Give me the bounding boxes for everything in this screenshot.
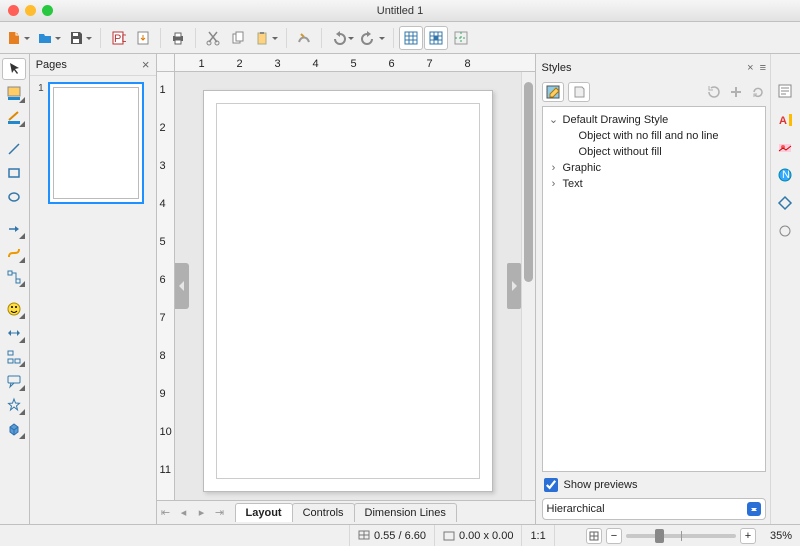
tool-3d[interactable]	[2, 418, 26, 440]
show-previews-label: Show previews	[564, 479, 638, 491]
ruler-corner	[157, 54, 175, 71]
refresh-button[interactable]	[750, 84, 766, 100]
tab-nav-first[interactable]: ⇤	[157, 506, 175, 519]
paste-button[interactable]	[251, 26, 281, 50]
window-title: Untitled 1	[0, 5, 800, 17]
panel-collapse-left[interactable]	[175, 263, 189, 309]
update-style-button[interactable]	[706, 84, 722, 100]
status-cursor-pos: 0.55 / 6.60	[350, 525, 435, 546]
toolbar: PDF	[0, 22, 800, 54]
zoom-value[interactable]: 35%	[760, 530, 792, 542]
scrollbar-vertical[interactable]	[521, 72, 535, 500]
style-node[interactable]: ›Graphic	[545, 160, 763, 176]
tool-flowchart[interactable]	[2, 346, 26, 368]
styles-filter-select[interactable]: Hierarchical	[542, 498, 766, 520]
helplines-button[interactable]	[449, 26, 473, 50]
pages-list: 1	[30, 76, 156, 524]
sidebar-effects[interactable]	[774, 220, 796, 242]
show-previews-checkbox[interactable]	[544, 478, 558, 492]
zoom-out[interactable]: −	[606, 528, 622, 544]
tool-smiley[interactable]	[2, 298, 26, 320]
undo-button[interactable]	[327, 26, 357, 50]
status-bar: 0.55 / 6.60 0.00 x 0.00 1:1 − + 35%	[0, 524, 800, 546]
sidebar-right: Styles × ≡ ⌄Default Drawing StyleObject …	[535, 54, 800, 524]
status-scale[interactable]: 1:1	[522, 525, 554, 546]
styles-filter-value: Hierarchical	[547, 503, 605, 515]
page[interactable]	[203, 90, 493, 492]
styles-tree[interactable]: ⌄Default Drawing StyleObject with no fil…	[542, 106, 766, 472]
close-styles-panel[interactable]: ×	[747, 62, 753, 74]
panel-collapse-right[interactable]	[507, 263, 521, 309]
layer-tab-controls[interactable]: Controls	[292, 503, 355, 522]
new-button[interactable]	[3, 26, 33, 50]
style-node[interactable]: Object without fill	[545, 144, 763, 160]
tool-line-color[interactable]	[2, 106, 26, 128]
tool-curve[interactable]	[2, 242, 26, 264]
tool-arrow[interactable]	[2, 218, 26, 240]
sidebar-properties[interactable]	[774, 80, 796, 102]
tool-select[interactable]	[2, 58, 26, 80]
clone-button[interactable]	[292, 26, 316, 50]
tab-nav-prev[interactable]: ◂	[175, 506, 193, 519]
layer-tabs: ⇤ ◂ ▸ ⇥ LayoutControlsDimension Lines	[157, 500, 535, 524]
status-selection-size: 0.00 x 0.00	[435, 525, 522, 546]
cut-button[interactable]	[201, 26, 225, 50]
export-pdf-button[interactable]: PDF	[106, 26, 130, 50]
tool-fill-color[interactable]	[2, 82, 26, 104]
tool-connector[interactable]	[2, 266, 26, 288]
canvas[interactable]	[175, 72, 521, 500]
styles-panel: Styles × ≡ ⌄Default Drawing StyleObject …	[536, 54, 770, 524]
svg-text:A: A	[779, 115, 787, 127]
open-button[interactable]	[34, 26, 64, 50]
sidebar-tabs: AN	[770, 54, 800, 524]
clear-style-button[interactable]	[568, 82, 590, 102]
tool-ellipse[interactable]	[2, 186, 26, 208]
zoom-fit[interactable]	[586, 528, 602, 544]
sidebar-navigator[interactable]	[774, 136, 796, 158]
page-thumb[interactable]: 1	[36, 82, 150, 204]
sidebar-gallery[interactable]: A	[774, 108, 796, 130]
tool-double-arrow[interactable]	[2, 322, 26, 344]
tool-star[interactable]	[2, 394, 26, 416]
ruler-horizontal: 12345678	[157, 54, 535, 72]
zoom-in[interactable]: +	[740, 528, 756, 544]
sidebar-styles-panel[interactable]: N	[774, 164, 796, 186]
ruler-vertical: 1234567891011	[157, 72, 175, 500]
redo-button[interactable]	[358, 26, 388, 50]
svg-text:N: N	[782, 169, 790, 181]
tab-nav-next[interactable]: ▸	[193, 506, 211, 519]
grid-button[interactable]	[399, 26, 423, 50]
sidebar-menu[interactable]: ≡	[760, 62, 766, 74]
titlebar: Untitled 1	[0, 0, 800, 22]
copy-button[interactable]	[226, 26, 250, 50]
sidebar-shapes[interactable]	[774, 192, 796, 214]
tools-column	[0, 54, 30, 524]
fill-style-button[interactable]	[542, 82, 564, 102]
svg-text:PDF: PDF	[114, 33, 126, 45]
tool-line[interactable]	[2, 138, 26, 160]
styles-title: Styles	[542, 62, 572, 74]
layer-tab-layout[interactable]: Layout	[235, 503, 293, 522]
style-node[interactable]: ›Text	[545, 176, 763, 192]
layer-tab-dimension-lines[interactable]: Dimension Lines	[354, 503, 457, 522]
tool-rect[interactable]	[2, 162, 26, 184]
pages-title: Pages	[36, 59, 67, 71]
style-action-buttons	[706, 84, 766, 100]
style-category-buttons	[542, 82, 590, 102]
close-pages-panel[interactable]: ×	[142, 58, 150, 71]
style-node[interactable]: ⌄Default Drawing Style	[545, 111, 763, 128]
canvas-area: 12345678 1234567891011 ⇤ ◂ ▸ ⇥ LayoutCon…	[157, 54, 535, 524]
pages-panel: Pages × 1	[30, 54, 157, 524]
print-button[interactable]	[166, 26, 190, 50]
save-button[interactable]	[65, 26, 95, 50]
style-node[interactable]: Object with no fill and no line	[545, 128, 763, 144]
snap-button[interactable]	[424, 26, 448, 50]
tab-nav-last[interactable]: ⇥	[211, 506, 229, 519]
export-button[interactable]	[131, 26, 155, 50]
zoom-slider[interactable]	[626, 534, 736, 538]
new-style-button[interactable]	[728, 84, 744, 100]
tool-callout[interactable]	[2, 370, 26, 392]
